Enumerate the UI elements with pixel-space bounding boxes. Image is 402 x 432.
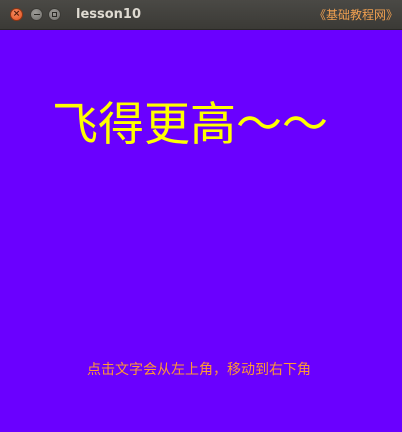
close-button[interactable]: ×: [10, 8, 23, 21]
site-watermark: 《基础教程网》: [313, 8, 398, 22]
window-title: lesson10: [76, 7, 142, 22]
maximize-button[interactable]: [48, 8, 61, 21]
close-icon: ×: [12, 9, 21, 19]
hint-text: 点击文字会从左上角，移动到右下角: [87, 362, 311, 378]
headline-text[interactable]: 飞得更高～～: [52, 96, 328, 152]
minimize-button[interactable]: [30, 8, 43, 21]
title-bar[interactable]: × lesson10 《基础教程网》: [0, 0, 402, 30]
canvas-area: 飞得更高～～ 点击文字会从左上角，移动到右下角: [0, 30, 402, 432]
minimize-icon: [33, 13, 40, 16]
maximize-icon: [52, 12, 57, 17]
app-window: × lesson10 《基础教程网》 飞得更高～～ 点击文字会从左上角，移动到右…: [0, 0, 402, 432]
